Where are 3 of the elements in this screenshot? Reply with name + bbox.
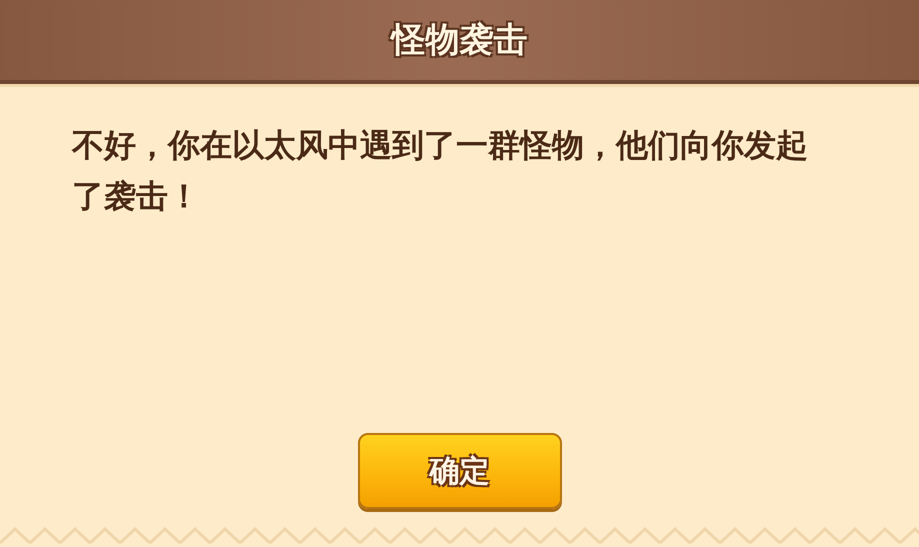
confirm-button[interactable]: 确定 — [358, 433, 562, 509]
message-text: 不好，你在以太风中遇到了一群怪物，他们向你发起了袭击！ — [72, 125, 809, 218]
dialog-title: 怪物袭击 — [392, 19, 528, 62]
